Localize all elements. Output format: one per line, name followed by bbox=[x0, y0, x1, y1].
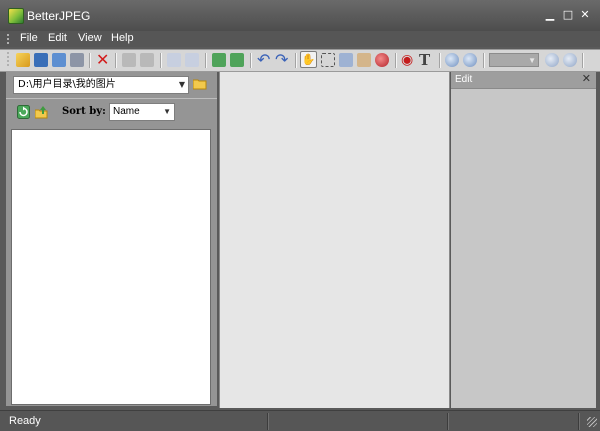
red-eye-icon[interactable]: ◉ bbox=[401, 52, 415, 68]
sort-by-label: Sort by: bbox=[62, 106, 106, 117]
redo-icon[interactable]: ↷ bbox=[275, 51, 289, 69]
app-window: BetterJPEG ▁ □ ✕ File Edit View Help ✕ ↶… bbox=[0, 0, 600, 431]
paste-icon[interactable] bbox=[185, 53, 199, 67]
rotate-left-icon[interactable] bbox=[212, 53, 226, 67]
path-select[interactable]: D:\用户目录\我的图片 ▼ bbox=[13, 76, 189, 94]
hand-icon[interactable]: ✋ bbox=[300, 51, 317, 68]
copy-icon[interactable] bbox=[167, 53, 181, 67]
edit-panel: Edit ✕ bbox=[451, 72, 596, 408]
chevron-down-icon: ▼ bbox=[178, 80, 185, 89]
crop-icon[interactable] bbox=[339, 53, 353, 67]
save-as-icon[interactable] bbox=[52, 53, 66, 67]
title-bar[interactable]: BetterJPEG ▁ □ ✕ bbox=[0, 0, 600, 31]
rotate-right-icon[interactable] bbox=[230, 53, 244, 67]
minimize-button[interactable]: ▁ bbox=[543, 9, 557, 21]
menu-grip[interactable] bbox=[7, 34, 9, 45]
folder-icon bbox=[192, 79, 207, 90]
zoom-in-icon[interactable] bbox=[445, 53, 459, 67]
chevron-down-icon: ▼ bbox=[163, 107, 171, 116]
toolbar-separator bbox=[483, 53, 485, 68]
select-rect-icon[interactable] bbox=[321, 53, 335, 67]
menu-edit[interactable]: Edit bbox=[48, 32, 67, 44]
text-icon[interactable]: T bbox=[419, 51, 433, 69]
patch-icon[interactable] bbox=[357, 53, 371, 67]
close-icon[interactable]: ✕ bbox=[582, 72, 591, 85]
zoom-actual-icon[interactable] bbox=[563, 53, 577, 67]
zoom-select[interactable]: ▼ bbox=[489, 53, 539, 67]
edit-panel-header: Edit ✕ bbox=[451, 72, 596, 89]
file-browser-panel: D:\用户目录\我的图片 ▼ Sort by: Name ▼ bbox=[6, 72, 217, 406]
sort-by-select[interactable]: Name ▼ bbox=[109, 103, 175, 121]
undo-icon[interactable]: ↶ bbox=[257, 51, 271, 69]
browse-folder-button[interactable] bbox=[192, 78, 207, 90]
main-toolbar: ✕ ↶ ↷ ✋ ◉ T ▼ bbox=[0, 49, 600, 72]
path-value: D:\用户目录\我的图片 bbox=[18, 79, 116, 90]
menu-file[interactable]: File bbox=[20, 32, 38, 44]
toolbar-separator bbox=[439, 53, 441, 68]
image-canvas[interactable] bbox=[219, 72, 450, 408]
open-icon[interactable] bbox=[16, 53, 30, 67]
delete-icon[interactable]: ✕ bbox=[96, 52, 110, 68]
print-icon[interactable] bbox=[70, 53, 84, 67]
file-thumbnail-list[interactable] bbox=[11, 129, 211, 405]
toolbar-grip[interactable] bbox=[7, 52, 9, 68]
toolbar-separator bbox=[295, 53, 297, 68]
window-title: BetterJPEG bbox=[27, 9, 91, 23]
zoom-fit-icon[interactable] bbox=[545, 53, 559, 67]
prev-image-icon[interactable] bbox=[122, 53, 136, 67]
up-folder-icon bbox=[34, 106, 48, 119]
toolbar-separator bbox=[250, 53, 252, 68]
close-button[interactable]: ✕ bbox=[578, 9, 592, 21]
chevron-down-icon: ▼ bbox=[528, 56, 536, 65]
zoom-out-icon[interactable] bbox=[463, 53, 477, 67]
toolbar-separator bbox=[115, 53, 117, 68]
menu-bar: File Edit View Help bbox=[0, 31, 600, 47]
edit-panel-title: Edit bbox=[455, 74, 473, 85]
toolbar-separator bbox=[395, 53, 397, 68]
menu-help[interactable]: Help bbox=[111, 32, 134, 44]
status-divider bbox=[447, 413, 449, 430]
status-bar: Ready bbox=[0, 410, 600, 431]
refresh-button[interactable] bbox=[17, 105, 30, 119]
maximize-button[interactable]: □ bbox=[561, 9, 575, 21]
app-logo-icon bbox=[8, 8, 24, 24]
toolbar-separator bbox=[160, 53, 162, 68]
status-divider bbox=[267, 413, 269, 430]
menu-view[interactable]: View bbox=[78, 32, 102, 44]
sort-by-value: Name bbox=[113, 106, 140, 117]
status-divider bbox=[578, 413, 580, 430]
save-icon[interactable] bbox=[34, 53, 48, 67]
toolbar-separator bbox=[205, 53, 207, 68]
color-icon[interactable] bbox=[375, 53, 389, 67]
next-image-icon[interactable] bbox=[140, 53, 154, 67]
toolbar-separator bbox=[89, 53, 91, 68]
divider bbox=[6, 98, 217, 99]
resize-grip-icon[interactable] bbox=[587, 417, 597, 427]
up-folder-button[interactable] bbox=[34, 105, 48, 119]
refresh-icon bbox=[17, 105, 30, 119]
toolbar-separator bbox=[582, 53, 584, 68]
status-text: Ready bbox=[9, 415, 41, 427]
